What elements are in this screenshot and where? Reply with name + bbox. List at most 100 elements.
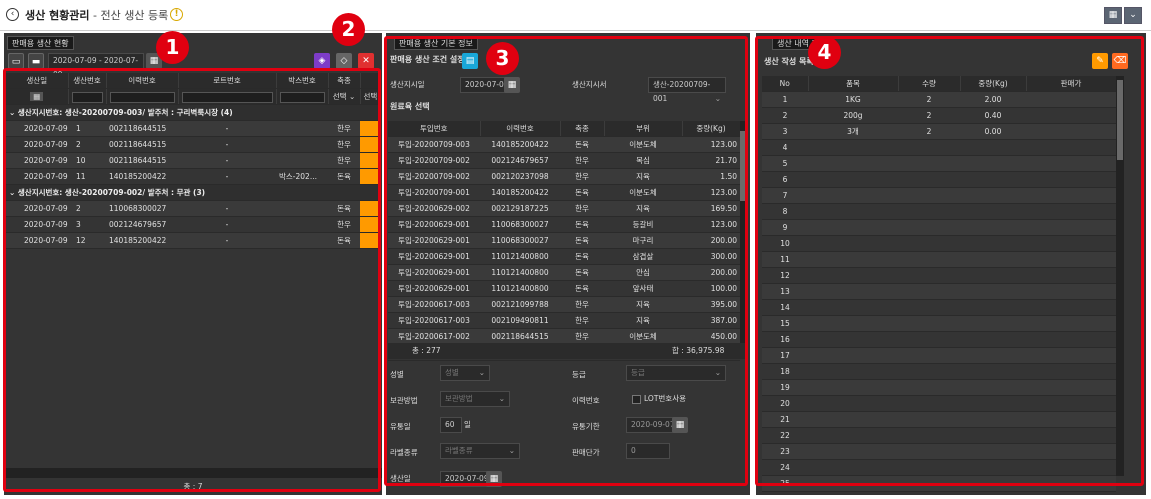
col-header[interactable]: 이력번호 xyxy=(480,121,561,137)
filter-cell[interactable] xyxy=(68,88,107,105)
col-header[interactable]: 중량(Kg) xyxy=(960,76,1027,92)
horizontal-scrollbar[interactable] xyxy=(4,468,382,478)
table-row[interactable]: 16 xyxy=(762,331,1116,348)
tab-production-status[interactable]: 판매용 생산 현황 xyxy=(7,36,74,50)
table-row[interactable]: 2020-07-09 12 140185200422- 돈육 xyxy=(6,232,378,249)
filter-cell[interactable] xyxy=(106,88,179,105)
col-header[interactable]: 판매가 xyxy=(1026,76,1117,92)
sex-select[interactable]: 성별 ⌄ xyxy=(440,365,490,381)
box-icon[interactable]: ◈ xyxy=(314,53,330,69)
info-icon[interactable]: ! xyxy=(170,8,183,21)
table-row[interactable]: 25 xyxy=(762,475,1116,492)
col-header[interactable]: 생산번호 xyxy=(68,73,107,89)
col-header[interactable]: No xyxy=(762,76,809,92)
col-header[interactable]: 로트번호 xyxy=(178,73,277,89)
calendar-icon[interactable]: ▦ xyxy=(486,471,502,487)
table-row[interactable]: 8 xyxy=(762,203,1116,220)
table-row[interactable]: 9 xyxy=(762,219,1116,236)
unit-price-input[interactable]: 0 xyxy=(626,443,670,459)
group-row[interactable]: ⌄ 생산지시번호: 생산-20200709-002/ 발주처 : 무관 (3) xyxy=(6,184,378,201)
table-row[interactable]: 24 xyxy=(762,459,1116,476)
table-row[interactable]: 투입-20200629-001 110068300027 돈육 마구리 200.00 xyxy=(388,232,740,249)
col-header[interactable]: 수량 xyxy=(898,76,961,92)
table-row[interactable]: 2020-07-09 3 002124679657- 한우 xyxy=(6,216,378,233)
tab-production-basic-info[interactable]: 판매용 생산 기본 정보 xyxy=(394,36,478,50)
table-row[interactable]: 12 xyxy=(762,267,1116,284)
table-row[interactable]: 2020-07-09 11 140185200422- 박스-202... 돈육 xyxy=(6,168,378,185)
col-header[interactable]: 품목 xyxy=(808,76,899,92)
calendar-icon[interactable]: ▦ xyxy=(504,77,520,93)
table-row[interactable]: 4 xyxy=(762,139,1116,156)
col-header[interactable]: 축종 xyxy=(328,73,361,89)
table-row[interactable]: 5 xyxy=(762,155,1116,172)
table-row[interactable]: 21 xyxy=(762,411,1116,428)
table-row[interactable]: 22 xyxy=(762,427,1116,444)
group-row[interactable]: ⌄ 생산지시번호: 생산-20200709-003/ 발주처 : 구리벽룩시장 … xyxy=(6,104,378,121)
table-row[interactable]: 19 xyxy=(762,379,1116,396)
filter-select-2[interactable]: 선택 xyxy=(360,88,379,105)
col-header[interactable]: 생산일 xyxy=(6,73,69,89)
grade-select[interactable]: 등급 ⌄ xyxy=(626,365,726,381)
table-row[interactable]: 투입-20200709-002 002120237098 한우 지육 1.50 xyxy=(388,168,740,185)
table-row[interactable]: 투입-20200709-003 140185200422 돈육 이분도체 123.00 xyxy=(388,136,740,153)
table-row[interactable]: 3 3개 2 0.00 xyxy=(762,123,1116,140)
table-row[interactable]: 20 xyxy=(762,395,1116,412)
table-row[interactable]: 18 xyxy=(762,363,1116,380)
table-row[interactable]: 투입-20200629-001 110121400800 돈육 앞사태 100.00 xyxy=(388,280,740,297)
table-row[interactable]: 10 xyxy=(762,235,1116,252)
table-row[interactable]: 13 xyxy=(762,283,1116,300)
table-row[interactable]: 투입-20200629-001 110121400800 돈육 안심 200.00 xyxy=(388,264,740,281)
col-header[interactable]: 축종 xyxy=(560,121,605,137)
table-cell xyxy=(1026,187,1116,204)
edit-icon[interactable]: ✎ xyxy=(1092,53,1108,69)
col-header[interactable]: 박스번호 xyxy=(276,73,329,89)
trash-icon[interactable]: ✕ xyxy=(358,53,374,69)
calendar-icon[interactable]: ▦ xyxy=(30,92,44,101)
table-row[interactable]: 투입-20200629-002 002129187225 한우 지육 169.50 xyxy=(388,200,740,217)
eraser-icon[interactable]: ⌫ xyxy=(1112,53,1128,69)
storage-select[interactable]: 보관방법 ⌄ xyxy=(440,391,510,407)
filter-select[interactable]: 선택 ⌄ xyxy=(328,88,361,105)
table-row[interactable]: 14 xyxy=(762,299,1116,316)
filter-cell[interactable]: ▦ xyxy=(6,88,69,105)
lot-checkbox[interactable] xyxy=(632,395,641,404)
grid-view-icon[interactable]: ▦ xyxy=(1104,7,1122,24)
col-header[interactable]: 중량(Kg) xyxy=(682,121,741,137)
table-row[interactable]: 투입-20200709-001 140185200422 돈육 이분도체 123.00 xyxy=(388,184,740,201)
filter-cell[interactable] xyxy=(276,88,329,105)
col-header[interactable]: 투입번호 xyxy=(388,121,481,137)
table-row[interactable]: 2020-07-09 2 002118644515- 한우 xyxy=(6,136,378,153)
table-row[interactable]: 23 xyxy=(762,443,1116,460)
filter-cell[interactable] xyxy=(178,88,277,105)
box-outline-icon[interactable]: ◇ xyxy=(336,53,352,69)
table-row[interactable]: 투입-20200617-003 002109490811 한우 지육 387.00 xyxy=(388,312,740,329)
date-range-input[interactable]: 2020-07-09 - 2020-07-09 xyxy=(48,53,144,79)
table-row[interactable]: 2 200g 2 0.40 xyxy=(762,107,1116,124)
table-row[interactable]: 15 xyxy=(762,315,1116,332)
col-header[interactable]: 이력번호 xyxy=(106,73,179,89)
table-row[interactable]: 1 1KG 2 2.00 xyxy=(762,91,1116,108)
table-row[interactable]: 7 xyxy=(762,187,1116,204)
table-row[interactable]: 투입-20200617-003 002121099788 한우 지육 395.00 xyxy=(388,296,740,313)
table-row[interactable]: 2020-07-09 2 110068300027- 돈육 xyxy=(6,200,378,217)
table-row[interactable]: 6 xyxy=(762,171,1116,188)
table-row[interactable]: 11 xyxy=(762,251,1116,268)
vertical-scrollbar[interactable] xyxy=(1116,76,1124,476)
table-row[interactable]: 2020-07-09 1 002118644515- 한우 xyxy=(6,120,378,137)
keyboard-icon[interactable]: ▤ xyxy=(462,53,478,69)
chevron-down-icon[interactable]: ⌄ xyxy=(1124,7,1142,24)
folder-open-icon[interactable]: ▬ xyxy=(28,53,44,69)
folder-icon[interactable]: ▭ xyxy=(8,53,24,69)
shelf-days-input[interactable]: 60 xyxy=(440,417,462,433)
table-row[interactable]: 2020-07-09 10 002118644515- 한우 xyxy=(6,152,378,169)
vertical-scrollbar[interactable] xyxy=(740,121,746,343)
table-row[interactable]: 투입-20200709-002 002124679657 한우 목심 21.70 xyxy=(388,152,740,169)
table-row[interactable]: 17 xyxy=(762,347,1116,364)
order-sheet-select[interactable]: 생산-20200709-001 ⌄ xyxy=(648,77,726,103)
col-header[interactable]: 부위 xyxy=(604,121,683,137)
table-row[interactable]: 투입-20200629-001 110068300027 돈육 등갈비 123.00 xyxy=(388,216,740,233)
table-row[interactable]: 투입-20200629-001 110121400800 돈육 삼겹살 300.00 xyxy=(388,248,740,265)
calendar-icon[interactable]: ▦ xyxy=(672,417,688,433)
label-type-select[interactable]: 라벨종류 ⌄ xyxy=(440,443,520,459)
back-icon[interactable]: ‹ xyxy=(6,8,19,21)
